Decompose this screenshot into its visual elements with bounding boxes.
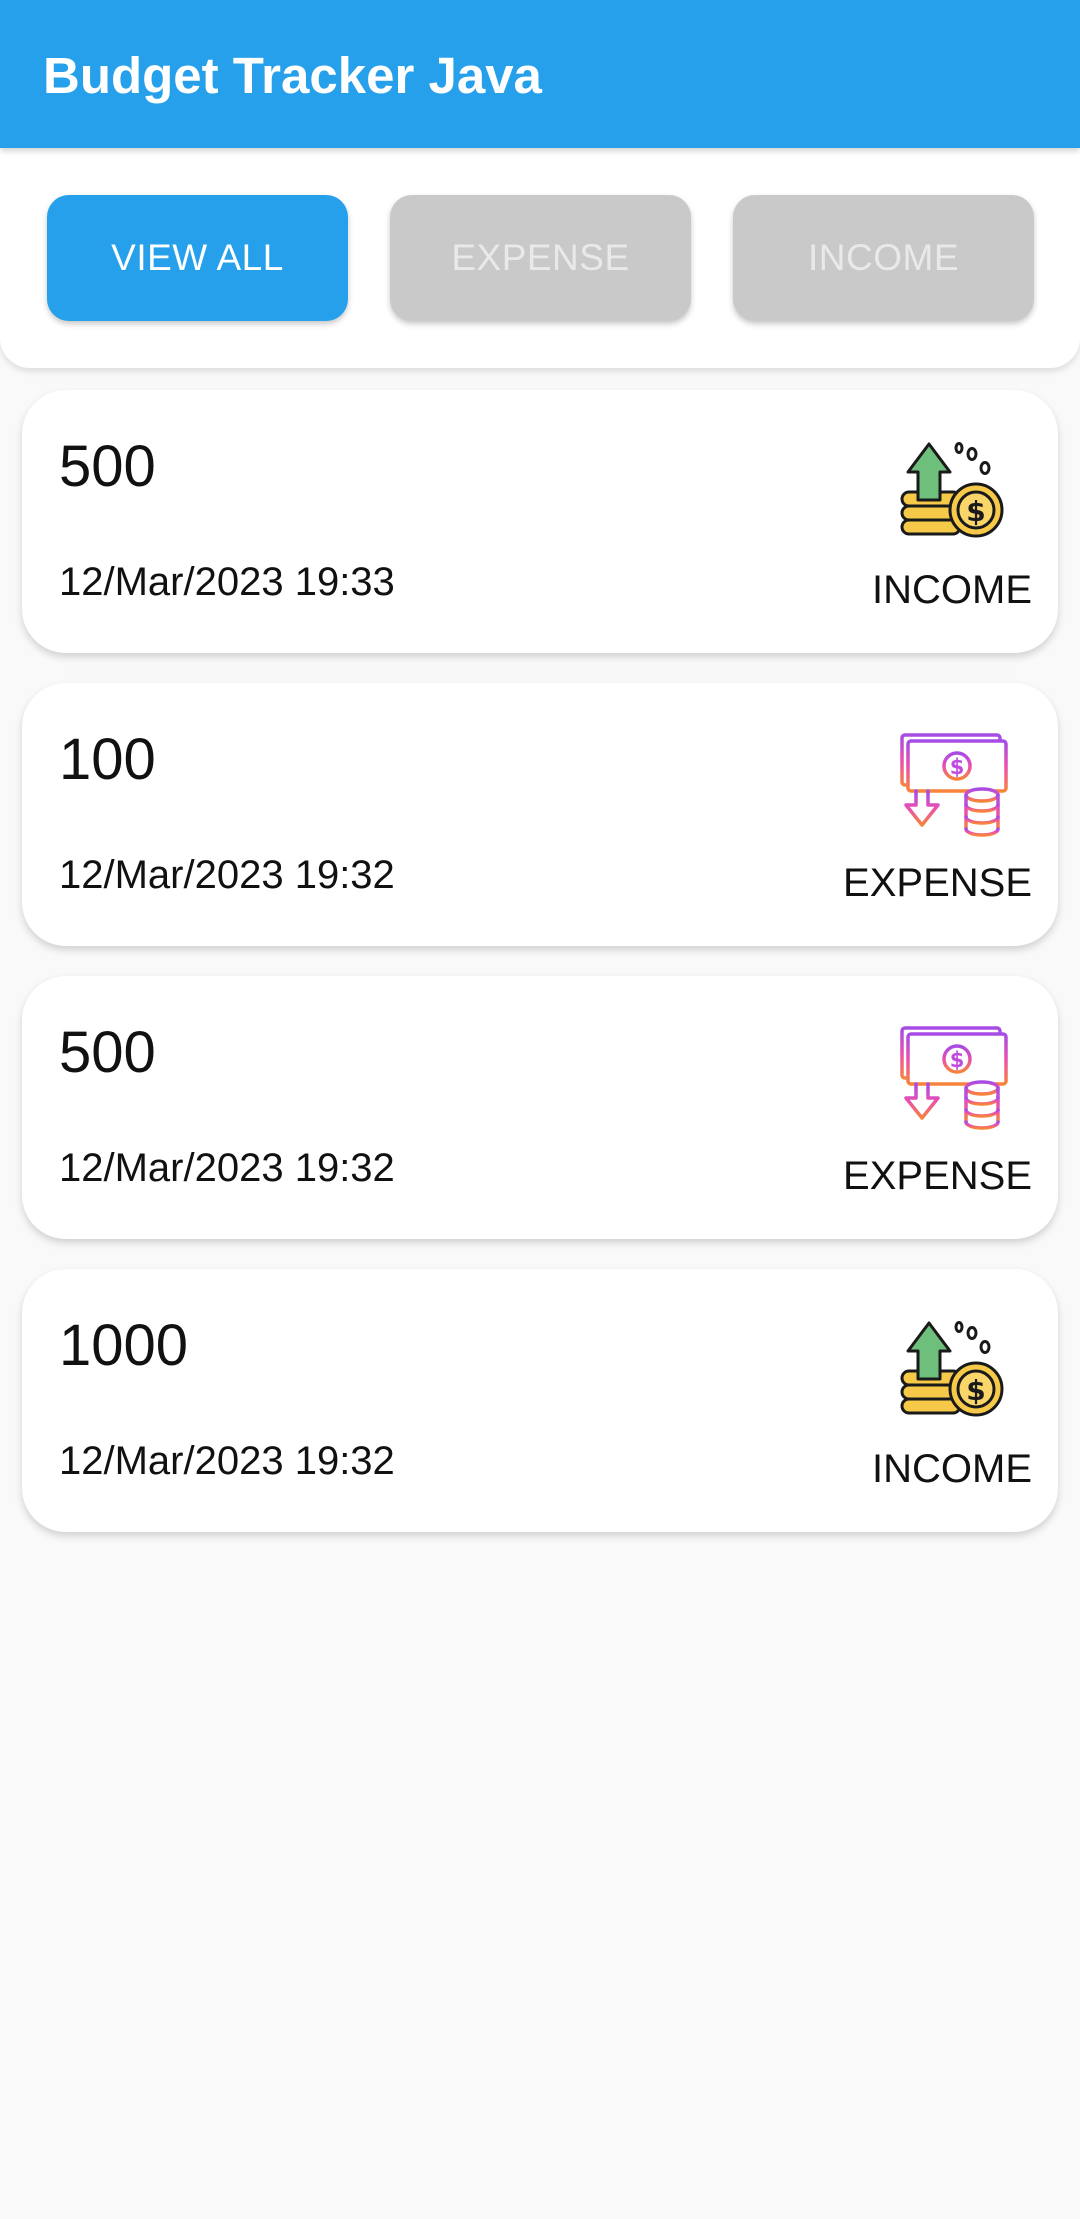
- transaction-amount: 500: [59, 1020, 156, 1085]
- transaction-date: 12/Mar/2023 19:32: [59, 853, 395, 897]
- expense-bill-arrow-down-icon: $: [898, 731, 1008, 841]
- app-bar: Budget Tracker Java: [0, 0, 1080, 148]
- svg-text:$: $: [950, 755, 965, 779]
- transaction-type: EXPENSE: [843, 1154, 1032, 1198]
- transaction-date: 12/Mar/2023 19:33: [59, 560, 395, 604]
- transaction-amount: 500: [59, 434, 156, 499]
- transaction-type: INCOME: [872, 568, 1032, 612]
- expense-bill-arrow-down-icon: $: [898, 1024, 1008, 1134]
- svg-text:$: $: [966, 495, 985, 528]
- transaction-amount: 1000: [59, 1313, 189, 1378]
- transaction-date: 12/Mar/2023 19:32: [59, 1146, 395, 1190]
- transaction-card[interactable]: 100 12/Mar/2023 19:32 $ EXPENSE: [22, 683, 1058, 946]
- expense-filter-button[interactable]: EXPENSE: [390, 195, 691, 321]
- filter-panel: VIEW ALL EXPENSE INCOME: [0, 148, 1080, 368]
- income-filter-button[interactable]: INCOME: [733, 195, 1034, 321]
- transaction-type: EXPENSE: [843, 861, 1032, 905]
- income-coins-arrow-up-icon: $: [898, 438, 1008, 548]
- transaction-date: 12/Mar/2023 19:32: [59, 1439, 395, 1483]
- transaction-card[interactable]: 500 12/Mar/2023 19:32 $ EXPENSE: [22, 976, 1058, 1239]
- income-coins-arrow-up-icon: $: [898, 1317, 1008, 1427]
- transaction-card[interactable]: 500 12/Mar/2023 19:33 $ INCOME: [22, 390, 1058, 653]
- transaction-amount: 100: [59, 727, 156, 792]
- view-all-button[interactable]: VIEW ALL: [47, 195, 348, 321]
- svg-text:$: $: [966, 1374, 985, 1407]
- transaction-card[interactable]: 1000 12/Mar/2023 19:32 $ INCOME: [22, 1269, 1058, 1532]
- app-title: Budget Tracker Java: [43, 47, 542, 104]
- transaction-type: INCOME: [872, 1447, 1032, 1491]
- svg-text:$: $: [950, 1048, 965, 1072]
